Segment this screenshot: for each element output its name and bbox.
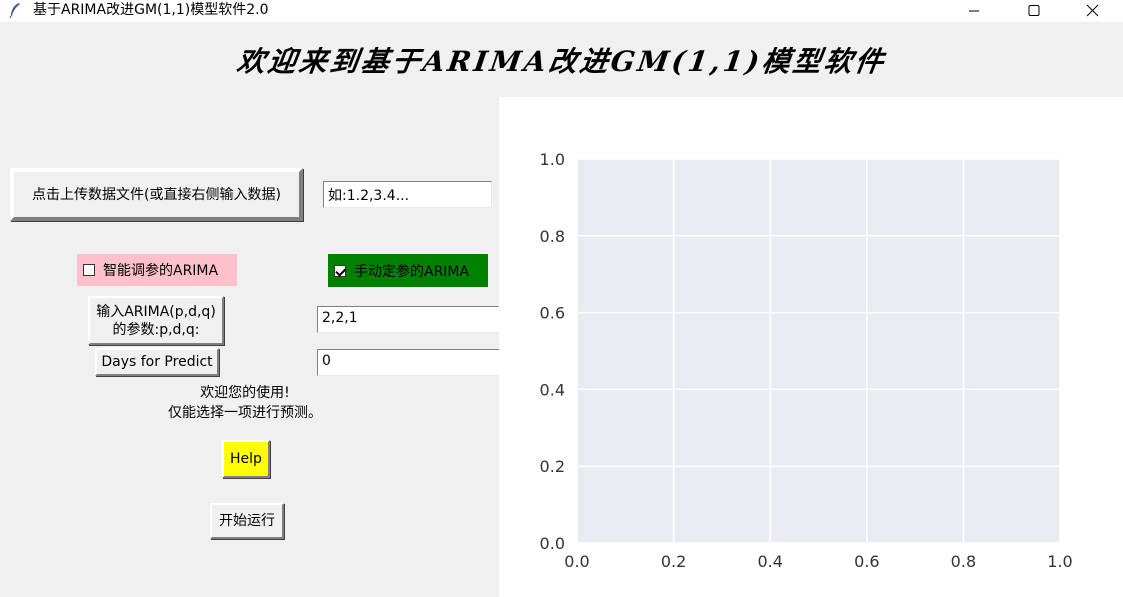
plot-background xyxy=(577,159,1060,543)
x-tick-label: 0.4 xyxy=(757,552,782,571)
x-tick-label: 1.0 xyxy=(1047,552,1072,571)
x-tick-label: 0.0 xyxy=(564,552,589,571)
smart-arima-checkbox[interactable]: 智能调参的ARIMA xyxy=(77,254,237,286)
manual-arima-checkbox-box[interactable] xyxy=(334,264,347,277)
chart-area: 0.0 0.2 0.4 0.6 0.8 1.0 0.0 0.2 0.4 0.6 0.8 1.0 xyxy=(540,150,1073,571)
smart-arima-checkbox-box[interactable] xyxy=(83,264,95,276)
days-for-predict-button[interactable]: Days for Predict xyxy=(95,348,219,376)
arima-params-label-line2: 的参数:p,d,q: xyxy=(112,321,200,338)
close-icon[interactable] xyxy=(1069,0,1115,22)
maximize-icon[interactable] xyxy=(1011,0,1057,22)
page-heading: 欢迎来到基于ARIMA改进GM(1,1)模型软件 xyxy=(234,45,889,78)
status-line-1: 欢迎您的使用! xyxy=(200,385,290,401)
window-title: 基于ARIMA改进GM(1,1)模型软件2.0 xyxy=(33,2,269,18)
y-tick-label: 0.4 xyxy=(540,380,565,399)
plot-panel: 0.0 0.2 0.4 0.6 0.8 1.0 0.0 0.2 0.4 0.6 0.8 1.0 xyxy=(499,97,1123,597)
data-input[interactable]: 如:1.2,3.4... xyxy=(323,181,492,208)
x-tick-label: 0.8 xyxy=(951,552,976,571)
manual-arima-checkbox[interactable]: 手动定参的ARIMA xyxy=(328,254,488,287)
upload-data-button-label: 点击上传数据文件(或直接右侧输入数据) xyxy=(32,186,281,203)
days-input[interactable]: 0 xyxy=(317,349,500,376)
pdq-input[interactable]: 2,2,1 xyxy=(317,306,500,333)
arima-params-label-line1: 输入ARIMA(p,d,q) xyxy=(96,303,216,320)
manual-arima-label: 手动定参的ARIMA xyxy=(354,263,470,280)
x-tick-label: 0.6 xyxy=(854,552,879,571)
help-button[interactable]: Help xyxy=(222,440,270,478)
y-tick-label: 0.6 xyxy=(540,304,565,323)
smart-arima-label: 智能调参的ARIMA xyxy=(103,263,219,279)
status-message: 欢迎您的使用! 仅能选择一项进行预测。 xyxy=(140,383,350,423)
arima-params-button[interactable]: 输入ARIMA(p,d,q) 的参数:p,d,q: xyxy=(88,296,224,345)
x-tick-label: 0.2 xyxy=(661,552,686,571)
checkmark-icon xyxy=(335,264,347,277)
help-button-label: Help xyxy=(230,451,262,467)
title-bar: 基于ARIMA改进GM(1,1)模型软件2.0 xyxy=(0,0,1123,22)
status-line-2: 仅能选择一项进行预测。 xyxy=(168,405,322,421)
y-tick-label: 0.2 xyxy=(540,457,565,476)
y-tick-label: 0.0 xyxy=(540,534,565,553)
run-button[interactable]: 开始运行 xyxy=(210,503,284,539)
minimize-icon[interactable] xyxy=(951,0,997,22)
days-for-predict-label: Days for Predict xyxy=(101,354,213,370)
run-button-label: 开始运行 xyxy=(219,513,275,529)
y-tick-label: 0.8 xyxy=(540,227,565,246)
y-tick-label: 1.0 xyxy=(540,150,565,169)
feather-icon xyxy=(9,3,20,18)
upload-data-button[interactable]: 点击上传数据文件(或直接右侧输入数据) xyxy=(10,168,303,221)
